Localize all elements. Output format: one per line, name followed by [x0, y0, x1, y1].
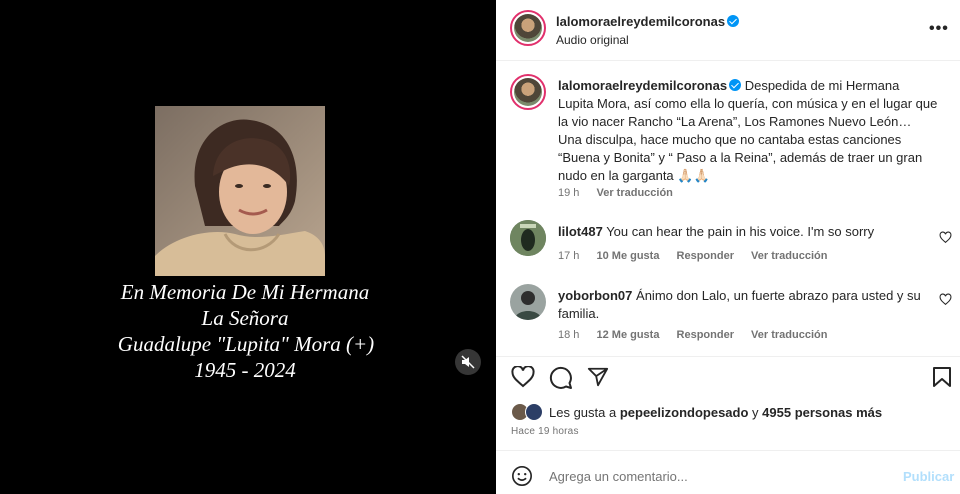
comment-meta: 18 h 12 Me gusta Responder Ver traducció…: [558, 329, 841, 341]
verified-badge-icon: [727, 15, 740, 27]
comment-username[interactable]: yoborbon07: [558, 288, 632, 303]
memorial-line-4: 1945 - 2024: [194, 358, 296, 382]
actions-divider: [496, 356, 960, 357]
post-media[interactable]: En Memoria De Mi Hermana La Señora Guada…: [0, 0, 496, 494]
liker-avatar[interactable]: [525, 403, 543, 421]
likes-summary: Les gusta a pepeelizondopesado y 4955 pe…: [549, 405, 883, 420]
comment-text: lilot487 You can hear the pain in his vo…: [558, 224, 875, 239]
author-avatar[interactable]: [510, 10, 546, 46]
memorial-photo: [155, 106, 325, 276]
like-comment-heart-icon[interactable]: [939, 231, 952, 244]
save-bookmark-icon[interactable]: [932, 366, 952, 388]
share-send-icon[interactable]: [587, 366, 609, 388]
emoji-icon[interactable]: [511, 465, 533, 487]
comment-text: yoborbon07 Ánimo don Lalo, un fuerte abr…: [558, 288, 921, 321]
publish-button[interactable]: Publicar: [903, 469, 954, 484]
comment-meta: 17 h 10 Me gusta Responder Ver traducció…: [558, 250, 841, 262]
translate-link[interactable]: Ver traducción: [751, 250, 827, 262]
post-timestamp[interactable]: Hace 19 horas: [511, 426, 579, 437]
reply-button[interactable]: Responder: [677, 329, 734, 341]
author-username[interactable]: lalomoraelreydemilcoronas: [556, 14, 740, 29]
commenter-avatar[interactable]: [510, 284, 546, 320]
muted-speaker-icon: [461, 355, 475, 369]
audio-original-link[interactable]: Audio original: [556, 33, 629, 47]
like-comment-heart-icon[interactable]: [939, 293, 952, 306]
add-comment-input[interactable]: [549, 469, 889, 484]
translate-link[interactable]: Ver traducción: [751, 329, 827, 341]
caption-meta: 19 h Ver traducción: [558, 187, 673, 199]
comment-username[interactable]: lilot487: [558, 224, 603, 239]
likes-count-link[interactable]: 4955 personas más: [762, 405, 882, 420]
reply-button[interactable]: Responder: [677, 250, 734, 262]
more-options-button[interactable]: •••: [929, 20, 949, 38]
comment-likes[interactable]: 12 Me gusta: [596, 329, 659, 341]
comment-time[interactable]: 18 h: [558, 329, 579, 341]
caption-time[interactable]: 19 h: [558, 187, 579, 199]
comment-bubble-icon[interactable]: [549, 366, 573, 390]
liker-username[interactable]: pepeelizondopesado: [620, 405, 749, 420]
memorial-line-3: Guadalupe "Lupita" Mora (+): [117, 332, 375, 356]
commenter-avatar[interactable]: [510, 220, 546, 256]
caption-translate-link[interactable]: Ver traducción: [596, 187, 672, 199]
mute-button[interactable]: [455, 349, 481, 375]
memorial-line-2: La Señora: [201, 306, 289, 330]
caption-avatar[interactable]: [510, 74, 546, 110]
caption-username[interactable]: lalomoraelreydemilcoronas: [558, 78, 727, 93]
caption-text: lalomoraelreydemilcoronas Despedida de m…: [558, 77, 938, 185]
comment-box-divider: [496, 450, 960, 451]
like-heart-icon[interactable]: [511, 366, 535, 388]
comment-time[interactable]: 17 h: [558, 250, 579, 262]
memorial-line-1: En Memoria De Mi Hermana: [120, 280, 370, 304]
verified-badge-icon: [729, 79, 742, 91]
comment-likes[interactable]: 10 Me gusta: [596, 250, 659, 262]
header-divider: [496, 60, 960, 61]
caption-body-2: Una disculpa, hace mucho que no cantaba …: [558, 132, 923, 183]
post-sidebar: lalomoraelreydemilcoronas Audio original…: [496, 0, 960, 494]
